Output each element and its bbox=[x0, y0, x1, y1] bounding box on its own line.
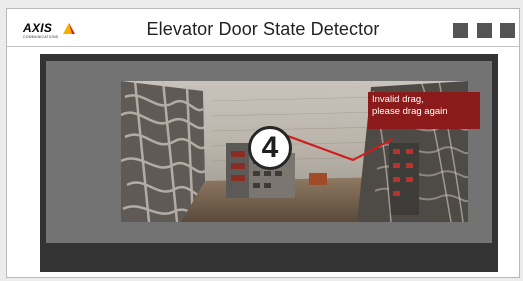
error-message-line-1: Invalid drag, bbox=[372, 94, 424, 105]
app-window: AXIS COMMUNICATIONS Elevator Door State … bbox=[6, 8, 520, 278]
frame-area: Invalid drag, please drag again 4 bbox=[46, 61, 492, 243]
video-viewer: Invalid drag, please drag again 4 bbox=[40, 54, 498, 272]
app-title: Elevator Door State Detector bbox=[146, 19, 380, 39]
error-callout: Invalid drag, please drag again bbox=[368, 92, 480, 129]
window-control-icon[interactable] bbox=[500, 23, 515, 38]
window-controls bbox=[449, 23, 515, 39]
step-number-badge: 4 bbox=[248, 126, 292, 170]
window-control-icon[interactable] bbox=[453, 23, 469, 38]
window-control-icon[interactable] bbox=[476, 23, 492, 38]
title-bar: AXIS COMMUNICATIONS Elevator Door State … bbox=[7, 9, 519, 47]
error-message-line-2: please drag again bbox=[372, 105, 448, 117]
